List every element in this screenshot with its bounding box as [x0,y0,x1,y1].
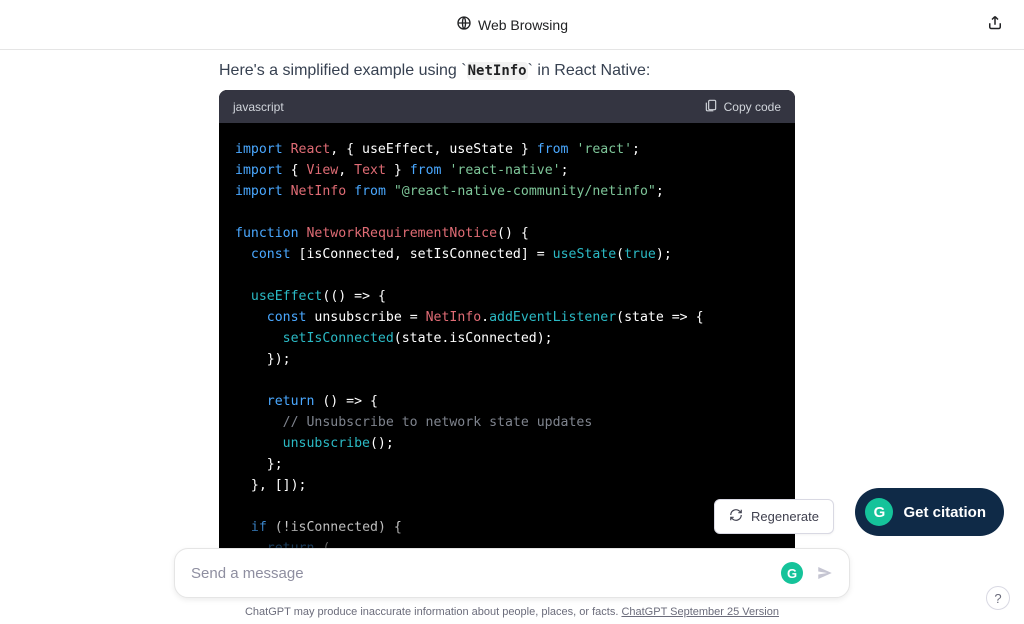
code-language-label: javascript [233,100,284,114]
send-button[interactable] [811,559,839,587]
code-header: javascript Copy code [219,90,795,123]
topbar-title: Web Browsing [478,17,568,33]
topbar-title-group: Web Browsing [456,15,568,34]
disclaimer-text: ChatGPT may produce inaccurate informati… [245,606,621,618]
refresh-icon [729,508,743,525]
intro-text: Here's a simplified example using `NetIn… [219,62,795,80]
disclaimer: ChatGPT may produce inaccurate informati… [0,606,1024,618]
regenerate-label: Regenerate [751,509,819,524]
inline-code: NetInfo [467,62,528,80]
message-input[interactable] [191,565,781,582]
grammarly-icon: G [865,498,893,526]
globe-icon [456,15,472,34]
copy-code-label: Copy code [724,100,781,114]
topbar: Web Browsing [0,0,1024,50]
intro-suffix: in React Native: [533,62,650,79]
version-link[interactable]: ChatGPT September 25 Version [621,606,779,618]
clipboard-icon [704,98,718,115]
grammarly-small-icon[interactable]: G [781,562,803,584]
composer[interactable]: G [174,548,850,598]
copy-code-button[interactable]: Copy code [704,98,781,115]
get-citation-label: Get citation [903,504,986,521]
help-button[interactable]: ? [986,586,1010,610]
regenerate-button[interactable]: Regenerate [714,499,834,534]
share-button[interactable] [986,13,1004,36]
code-body: import React, { useEffect, useState } fr… [219,123,795,563]
code-block: javascript Copy code import React, { use… [219,90,795,563]
content-area: Here's a simplified example using `NetIn… [0,50,1024,563]
get-citation-button[interactable]: G Get citation [855,488,1004,536]
intro-prefix: Here's a simplified example using [219,62,461,79]
